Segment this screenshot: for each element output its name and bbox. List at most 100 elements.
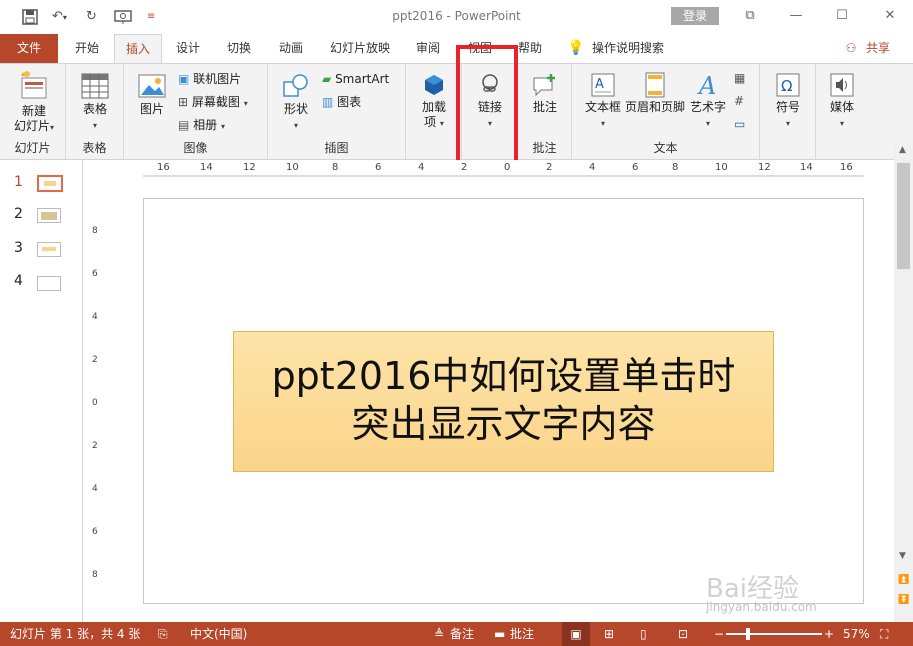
vertical-scrollbar[interactable]: ▲ ▼ ⏫ ⏬ [894, 143, 913, 622]
hruler-tick: 0 [504, 162, 511, 173]
share-user-icon: ⚇ [845, 41, 857, 55]
zoom-slider[interactable] [726, 633, 822, 635]
hruler-tick: 16 [840, 162, 853, 173]
tab-review[interactable]: 审阅 [408, 34, 448, 63]
group-comments-label: 批注 [532, 141, 557, 155]
fit-to-window-icon[interactable]: ⛶ [880, 622, 888, 646]
tell-me-search[interactable]: 操作说明搜索 [592, 34, 678, 63]
hruler-tick: 4 [589, 162, 596, 173]
smartart-label: SmartArt [335, 72, 390, 86]
addins-button[interactable]: 加载 项 ▾ [414, 72, 454, 131]
zoom-in-button[interactable]: + [824, 622, 834, 646]
prev-slide-icon[interactable]: ⏫ [898, 575, 909, 585]
slide-title-textbox[interactable]: ppt2016中如何设置单击时 突出显示文字内容 [233, 331, 774, 472]
zoom-out-button[interactable]: − [714, 622, 724, 646]
table-icon [81, 73, 109, 99]
slide-thumbnail-2[interactable] [37, 208, 61, 223]
object-icon[interactable]: ▭ [734, 116, 745, 132]
close-button[interactable]: ✕ [876, 6, 904, 26]
tab-design[interactable]: 设计 [166, 34, 210, 63]
slide-thumbnail-4[interactable] [37, 276, 61, 291]
ribbon-display-icon[interactable]: ⧉ [736, 6, 764, 26]
link-label: 链接 [477, 100, 502, 114]
date-time-icon[interactable]: ▦ [734, 70, 745, 86]
group-links: 链接 ▾ [462, 64, 518, 159]
lightbulb-icon: 💡 [567, 40, 585, 56]
tab-transitions[interactable]: 切换 [216, 34, 262, 63]
link-button[interactable]: 链接 ▾ [470, 72, 510, 131]
textbox-icon: A [591, 73, 615, 97]
table-button[interactable]: 表格 ▾ [76, 72, 114, 133]
online-picture-button[interactable]: ▣ 联机图片 [178, 71, 241, 87]
tab-view[interactable]: 视图 [460, 34, 500, 63]
symbol-button[interactable]: Ω 符号 ▾ [768, 72, 808, 131]
group-text-label: 文本 [653, 141, 678, 155]
minimize-button[interactable]: — [782, 6, 810, 26]
hruler-tick: 8 [672, 162, 679, 173]
vruler-tick: 6 [92, 527, 98, 537]
scroll-thumb[interactable] [897, 163, 910, 269]
tab-animations[interactable]: 动画 [268, 34, 314, 63]
smartart-button[interactable]: ▰ SmartArt [322, 71, 389, 87]
scroll-down-icon[interactable]: ▼ [899, 551, 906, 561]
login-button[interactable]: 登录 [671, 7, 719, 25]
hruler-tick: 10 [286, 162, 299, 173]
tab-help[interactable]: 帮助 [510, 34, 550, 63]
hruler-tick: 16 [157, 162, 170, 173]
tab-insert[interactable]: 插入 [114, 34, 162, 64]
tab-slideshow[interactable]: 幻灯片放映 [322, 34, 398, 63]
vertical-ruler: 8 6 4 2 0 2 4 6 8 [89, 196, 102, 605]
omega-icon: Ω [776, 73, 800, 97]
status-bar: 幻灯片 第 1 张，共 4 张 ⎘ 中文(中国) ≜ 备注 ▬ 批注 ▣ ⊞ ▯… [0, 622, 913, 646]
zoom-level[interactable]: 57% [843, 622, 870, 646]
album-button[interactable]: ▤ 相册 ▾ [178, 117, 225, 135]
tab-file[interactable]: 文件 [0, 34, 58, 63]
group-text: A 文本框 ▾ 页眉和页脚 A 艺术字 ▾ ▦ # ▭ 文本 [572, 64, 760, 159]
slide-count: 幻灯片 第 1 张，共 4 张 [10, 627, 141, 641]
picture-button[interactable]: 图片 [134, 72, 170, 117]
screenshot-button[interactable]: ⊞ 屏幕截图 ▾ [178, 94, 248, 112]
zoom-slider-thumb[interactable] [746, 628, 750, 640]
header-footer-label: 页眉和页脚 [624, 100, 685, 114]
hruler-tick: 10 [715, 162, 728, 173]
share-button[interactable]: 共享 [860, 34, 896, 63]
hruler-tick: 2 [461, 162, 468, 173]
next-slide-icon[interactable]: ⏬ [898, 595, 909, 605]
slide-number-icon[interactable]: # [734, 93, 744, 109]
chart-label: 图表 [337, 95, 362, 109]
scroll-up-icon[interactable]: ▲ [899, 145, 906, 155]
comment-button[interactable]: 批注 [526, 72, 564, 115]
online-picture-icon: ▣ [178, 72, 190, 86]
chart-button[interactable]: ▥ 图表 [322, 94, 361, 110]
spellcheck-icon[interactable]: ⎘ [158, 622, 168, 646]
normal-view-icon[interactable]: ▣ [562, 622, 590, 646]
comments-button[interactable]: 批注 [510, 622, 534, 646]
slide-thumbnail-1[interactable] [37, 175, 63, 192]
picture-icon [138, 74, 166, 98]
notes-button[interactable]: 备注 [450, 622, 474, 646]
textbox-button[interactable]: A 文本框 ▾ [582, 72, 624, 131]
header-footer-button[interactable]: 页眉和页脚 [624, 72, 686, 115]
slide-thumbnail-3[interactable] [37, 242, 61, 257]
slideshow-view-icon[interactable]: ⊡ [678, 622, 688, 646]
comments-icon[interactable]: ▬ [494, 622, 505, 646]
group-slides: 新建 幻灯片▾ 幻灯片 [0, 64, 66, 159]
shapes-button[interactable]: 形状 ▾ [278, 72, 314, 133]
wordart-button[interactable]: A 艺术字 ▾ [688, 72, 728, 131]
language[interactable]: 中文(中国) [190, 622, 247, 646]
slide-sorter-icon[interactable]: ⊞ [604, 622, 614, 646]
addins-store-icon [425, 75, 443, 95]
vruler-tick: 0 [92, 398, 98, 408]
tab-home[interactable]: 开始 [64, 34, 110, 63]
textbox-label: 文本框 [584, 100, 621, 114]
screenshot-label: 屏幕截图 [191, 95, 240, 109]
album-icon: ▤ [178, 118, 190, 132]
maximize-button[interactable]: ☐ [828, 6, 856, 26]
hruler-tick: 14 [800, 162, 813, 173]
notes-icon[interactable]: ≜ [434, 622, 444, 646]
thumb-text [42, 247, 56, 251]
media-button[interactable]: 媒体 ▾ [822, 72, 862, 131]
new-slide-button[interactable]: 新建 幻灯片▾ [6, 70, 62, 135]
hruler-tick: 2 [546, 162, 553, 173]
reading-view-icon[interactable]: ▯ [640, 622, 647, 646]
